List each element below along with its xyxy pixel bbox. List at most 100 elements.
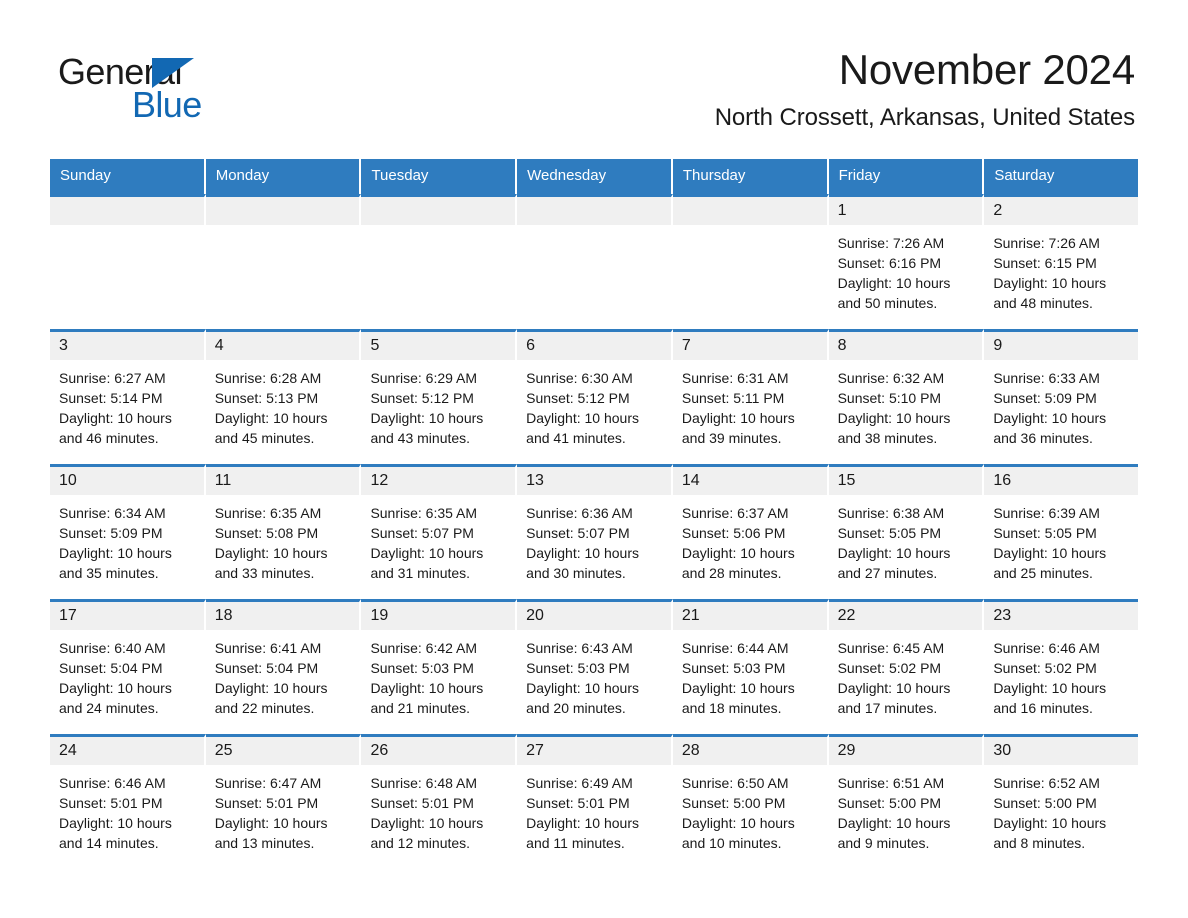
calendar-day-cell[interactable]: 3 Sunrise: 6:27 AM Sunset: 5:14 PM Daylight…	[50, 329, 206, 464]
calendar-day-cell[interactable]: 9 Sunrise: 6:33 AM Sunset: 5:09 PM Daylight…	[984, 329, 1139, 464]
calendar-grid: Sunday Monday Tuesday Wednesday Thursday…	[50, 159, 1139, 869]
day-number: 13	[526, 472, 544, 489]
weekday-header-saturday: Saturday	[984, 159, 1139, 194]
sunrise-text: Sunrise: 6:32 AM	[837, 370, 945, 386]
daylight-text-line1: Daylight: 10 hours	[59, 545, 172, 561]
day-number: 4	[214, 337, 224, 354]
calendar-day-cell[interactable]: 23 Sunrise: 6:46 AM Sunset: 5:02 PM Dayligh…	[984, 599, 1139, 734]
sunrise-text: Sunrise: 6:38 AM	[837, 505, 945, 521]
day-number: 10	[59, 472, 77, 489]
day-number-band: 20	[517, 602, 671, 630]
calendar-day-cell[interactable]: 17 Sunrise: 6:40 AM Sunset: 5:04 PM Dayligh…	[50, 599, 206, 734]
day-number-band: 25	[205, 737, 360, 765]
day-number: 16	[993, 472, 1012, 489]
day-sun-info: Sunrise: 6:32 AM Sunset: 5:10 PM Daylight:…	[829, 360, 983, 448]
weekday-header-monday: Monday	[205, 159, 362, 194]
calendar-day-cell[interactable]: 16 Sunrise: 6:39 AM Sunset: 5:05 PM Dayligh…	[984, 464, 1139, 599]
weekday-header-friday: Friday	[828, 159, 985, 194]
sunrise-text: Sunrise: 6:43 AM	[526, 640, 633, 656]
calendar-day-cell[interactable]: 20 Sunrise: 6:43 AM Sunset: 5:03 PM Dayligh…	[517, 599, 673, 734]
day-number-band	[50, 197, 204, 225]
calendar-day-cell-empty[interactable]	[517, 194, 673, 329]
calendar-day-cell[interactable]: 5 Sunrise: 6:29 AM Sunset: 5:12 PM Daylight…	[361, 329, 518, 464]
day-number-band: 30	[984, 737, 1139, 765]
calendar-day-cell-empty[interactable]	[361, 194, 518, 329]
daylight-text-line1: Daylight: 10 hours	[214, 410, 328, 426]
calendar-day-cell-empty[interactable]	[672, 194, 829, 329]
day-number: 1	[837, 202, 847, 219]
sunrise-text: Sunrise: 6:46 AM	[993, 640, 1100, 656]
calendar-day-cell[interactable]: 22 Sunrise: 6:45 AM Sunset: 5:02 PM Dayligh…	[828, 599, 985, 734]
calendar-day-cell[interactable]: 11 Sunrise: 6:35 AM Sunset: 5:08 PM Dayligh…	[205, 464, 362, 599]
day-sun-info: Sunrise: 6:30 AM Sunset: 5:12 PM Daylight:…	[517, 360, 671, 448]
title-block: November 2024 North Crossett, Arkansas, …	[715, 44, 1135, 134]
day-number-band: 18	[205, 602, 360, 630]
calendar-day-cell-empty[interactable]	[205, 194, 362, 329]
daylight-text-line2: and 18 minutes.	[681, 700, 782, 716]
calendar-day-cell[interactable]: 30 Sunrise: 6:52 AM Sunset: 5:00 PM Dayligh…	[984, 734, 1139, 869]
calendar-day-cell[interactable]: 27 Sunrise: 6:49 AM Sunset: 5:01 PM Dayligh…	[517, 734, 673, 869]
sunset-text: Sunset: 5:11 PM	[681, 390, 785, 406]
day-number: 23	[993, 607, 1012, 624]
daylight-text-line2: and 36 minutes.	[993, 430, 1093, 446]
sunset-text: Sunset: 5:10 PM	[837, 390, 942, 406]
sunrise-text: Sunrise: 6:31 AM	[681, 370, 789, 386]
calendar-day-cell[interactable]: 1 Sunrise: 7:26 AM Sunset: 6:16 PM Daylight…	[828, 194, 985, 329]
sunrise-text: Sunrise: 6:30 AM	[526, 370, 633, 386]
day-number-band: 6	[517, 332, 671, 360]
calendar-day-cell[interactable]: 12 Sunrise: 6:35 AM Sunset: 5:07 PM Dayligh…	[361, 464, 518, 599]
general-blue-logo[interactable]: General Blue	[58, 52, 318, 125]
sunset-text: Sunset: 5:03 PM	[526, 660, 630, 676]
day-number: 26	[370, 742, 389, 759]
day-number: 17	[59, 607, 77, 624]
calendar-day-cell[interactable]: 14 Sunrise: 6:37 AM Sunset: 5:06 PM Dayligh…	[672, 464, 829, 599]
calendar-week-row: 3 Sunrise: 6:27 AM Sunset: 5:14 PM Daylight…	[50, 329, 1139, 464]
calendar-day-cell[interactable]: 21 Sunrise: 6:44 AM Sunset: 5:03 PM Dayligh…	[672, 599, 829, 734]
daylight-text-line2: and 11 minutes.	[526, 835, 625, 851]
calendar-day-cell[interactable]: 4 Sunrise: 6:28 AM Sunset: 5:13 PM Daylight…	[205, 329, 362, 464]
daylight-text-line1: Daylight: 10 hours	[370, 410, 484, 426]
calendar-day-cell[interactable]: 7 Sunrise: 6:31 AM Sunset: 5:11 PM Daylight…	[672, 329, 829, 464]
sunrise-text: Sunrise: 6:41 AM	[214, 640, 322, 656]
day-number-band: 28	[672, 737, 827, 765]
day-sun-info: Sunrise: 6:51 AM Sunset: 5:00 PM Daylight:…	[829, 765, 983, 853]
calendar-day-cell[interactable]: 6 Sunrise: 6:30 AM Sunset: 5:12 PM Daylight…	[517, 329, 673, 464]
day-number: 3	[59, 337, 68, 354]
daylight-text-line1: Daylight: 10 hours	[370, 815, 484, 831]
calendar-day-cell[interactable]: 18 Sunrise: 6:41 AM Sunset: 5:04 PM Dayligh…	[205, 599, 362, 734]
calendar-day-cell[interactable]: 26 Sunrise: 6:48 AM Sunset: 5:01 PM Dayligh…	[361, 734, 518, 869]
day-sun-info: Sunrise: 6:50 AM Sunset: 5:00 PM Daylight:…	[673, 765, 827, 853]
day-number: 8	[837, 337, 847, 354]
sunset-text: Sunset: 5:00 PM	[837, 795, 942, 811]
day-sun-info: Sunrise: 7:26 AM Sunset: 6:15 PM Daylight:…	[984, 225, 1138, 313]
calendar-day-cell[interactable]: 19 Sunrise: 6:42 AM Sunset: 5:03 PM Dayligh…	[361, 599, 518, 734]
calendar-day-cell[interactable]: 25 Sunrise: 6:47 AM Sunset: 5:01 PM Dayligh…	[205, 734, 362, 869]
sunset-text: Sunset: 5:01 PM	[526, 795, 630, 811]
sunrise-text: Sunrise: 6:33 AM	[993, 370, 1100, 386]
day-number: 15	[837, 472, 856, 489]
calendar-day-cell[interactable]: 2 Sunrise: 7:26 AM Sunset: 6:15 PM Daylight…	[984, 194, 1139, 329]
daylight-text-line1: Daylight: 10 hours	[993, 275, 1107, 291]
day-number-band: 22	[828, 602, 983, 630]
calendar-day-cell[interactable]: 24 Sunrise: 6:46 AM Sunset: 5:01 PM Dayligh…	[50, 734, 206, 869]
day-sun-info: Sunrise: 6:34 AM Sunset: 5:09 PM Daylight:…	[50, 495, 204, 583]
calendar-day-cell[interactable]: 28 Sunrise: 6:50 AM Sunset: 5:00 PM Dayligh…	[672, 734, 829, 869]
daylight-text-line2: and 28 minutes.	[681, 565, 782, 581]
day-number-band: 27	[517, 737, 671, 765]
day-number: 29	[837, 742, 856, 759]
daylight-text-line2: and 39 minutes.	[681, 430, 782, 446]
sunset-text: Sunset: 5:09 PM	[59, 525, 163, 541]
calendar-day-cell[interactable]: 29 Sunrise: 6:51 AM Sunset: 5:00 PM Dayligh…	[828, 734, 985, 869]
location-subtitle: North Crossett, Arkansas, United States	[714, 104, 1135, 131]
daylight-text-line2: and 8 minutes.	[993, 835, 1086, 851]
day-number-band: 15	[828, 467, 983, 495]
calendar-day-cell[interactable]: 13 Sunrise: 6:36 AM Sunset: 5:07 PM Dayligh…	[517, 464, 673, 599]
sunrise-text: Sunrise: 7:26 AM	[837, 235, 945, 251]
calendar-day-cell[interactable]: 15 Sunrise: 6:38 AM Sunset: 5:05 PM Dayligh…	[828, 464, 985, 599]
daylight-text-line1: Daylight: 10 hours	[681, 680, 795, 696]
calendar-day-cell-empty[interactable]	[50, 194, 206, 329]
calendar-weeks: 1 Sunrise: 7:26 AM Sunset: 6:16 PM Daylight…	[50, 194, 1139, 869]
calendar-day-cell[interactable]: 8 Sunrise: 6:32 AM Sunset: 5:10 PM Daylight…	[828, 329, 985, 464]
calendar-day-cell[interactable]: 10 Sunrise: 6:34 AM Sunset: 5:09 PM Dayligh…	[50, 464, 206, 599]
daylight-text-line2: and 38 minutes.	[837, 430, 938, 446]
